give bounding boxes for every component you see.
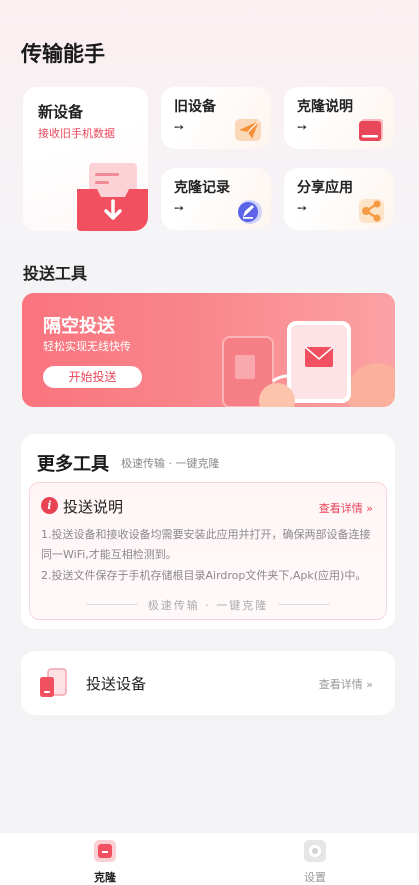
new-device-card[interactable]: 新设备 接收旧手机数据 xyxy=(23,87,148,231)
new-device-subtitle: 接收旧手机数据 xyxy=(38,127,115,140)
section-title-tools: 投送工具 xyxy=(23,264,88,283)
more-tools-card: 更多工具 极速传输 · 一键克隆 i 投送说明 查看详情 » 1.投送设备和接收… xyxy=(21,434,395,629)
share-app-title: 分享应用 xyxy=(297,180,353,196)
bottom-tab-bar: 克隆 设置 xyxy=(0,833,419,885)
transfer-devices-row[interactable]: 投送设备 查看详情 » xyxy=(21,651,395,715)
info-details-link[interactable]: 查看详情 » xyxy=(319,500,373,516)
clone-record-title: 克隆记录 xyxy=(174,180,230,196)
tab-settings-label: 设置 xyxy=(304,871,326,884)
arrow-right-icon: ➙ xyxy=(174,120,185,134)
info-paragraph-1: 1.投送设备和接收设备均需要安装此应用并打开，确保两部设备连接同一WiFi,才能… xyxy=(41,528,371,561)
tab-clone-label: 克隆 xyxy=(94,871,116,884)
old-device-title: 旧设备 xyxy=(174,99,216,115)
info-paragraph-2: 2.投送文件保存于手机存储根目录Airdrop文件夹下,Apk(应用)中。 xyxy=(41,569,367,582)
devices-icon xyxy=(40,668,67,697)
settings-tab-icon xyxy=(304,840,326,862)
clone-help-card[interactable]: 克隆说明 ➙ xyxy=(284,87,394,149)
banner-title: 隔空投送 xyxy=(43,316,115,337)
new-device-title: 新设备 xyxy=(38,103,84,121)
banner-subtitle: 轻松实现无线快传 xyxy=(43,340,131,353)
inbox-download-icon xyxy=(77,163,148,231)
phones-illustration xyxy=(222,321,395,407)
share-app-card[interactable]: 分享应用 ➙ xyxy=(284,168,394,230)
clone-tab-icon xyxy=(94,840,116,862)
devices-details-link[interactable]: 查看详情 » xyxy=(319,676,373,692)
clone-help-title: 克隆说明 xyxy=(297,99,353,115)
info-footer: 极速传输 · 一键克隆 xyxy=(147,599,269,612)
transfer-info-box: i 投送说明 查看详情 » 1.投送设备和接收设备均需要安装此应用并打开，确保两… xyxy=(29,482,387,620)
start-transfer-button[interactable]: 开始投送 xyxy=(43,366,142,388)
tab-clone[interactable]: 克隆 xyxy=(75,839,135,885)
share-icon xyxy=(359,199,384,223)
tab-settings[interactable]: 设置 xyxy=(285,839,345,885)
airdrop-banner[interactable]: 隔空投送 轻松实现无线快传 开始投送 xyxy=(22,293,395,407)
info-icon: i xyxy=(41,497,58,514)
transfer-devices-title: 投送设备 xyxy=(86,675,147,693)
info-title: 投送说明 xyxy=(63,498,124,516)
more-tools-title: 更多工具 xyxy=(37,454,109,475)
arrow-right-icon: ➙ xyxy=(297,201,308,215)
arrow-right-icon: ➙ xyxy=(297,120,308,134)
arrow-right-icon: ➙ xyxy=(174,201,185,215)
more-tools-subtitle: 极速传输 · 一键克隆 xyxy=(121,457,220,470)
old-device-card[interactable]: 旧设备 ➙ xyxy=(161,87,271,149)
book-icon xyxy=(359,119,383,141)
edit-record-icon xyxy=(238,200,262,224)
clone-record-card[interactable]: 克隆记录 ➙ xyxy=(161,168,271,230)
page-title: 传输能手 xyxy=(21,42,105,66)
paper-plane-icon xyxy=(235,119,261,141)
